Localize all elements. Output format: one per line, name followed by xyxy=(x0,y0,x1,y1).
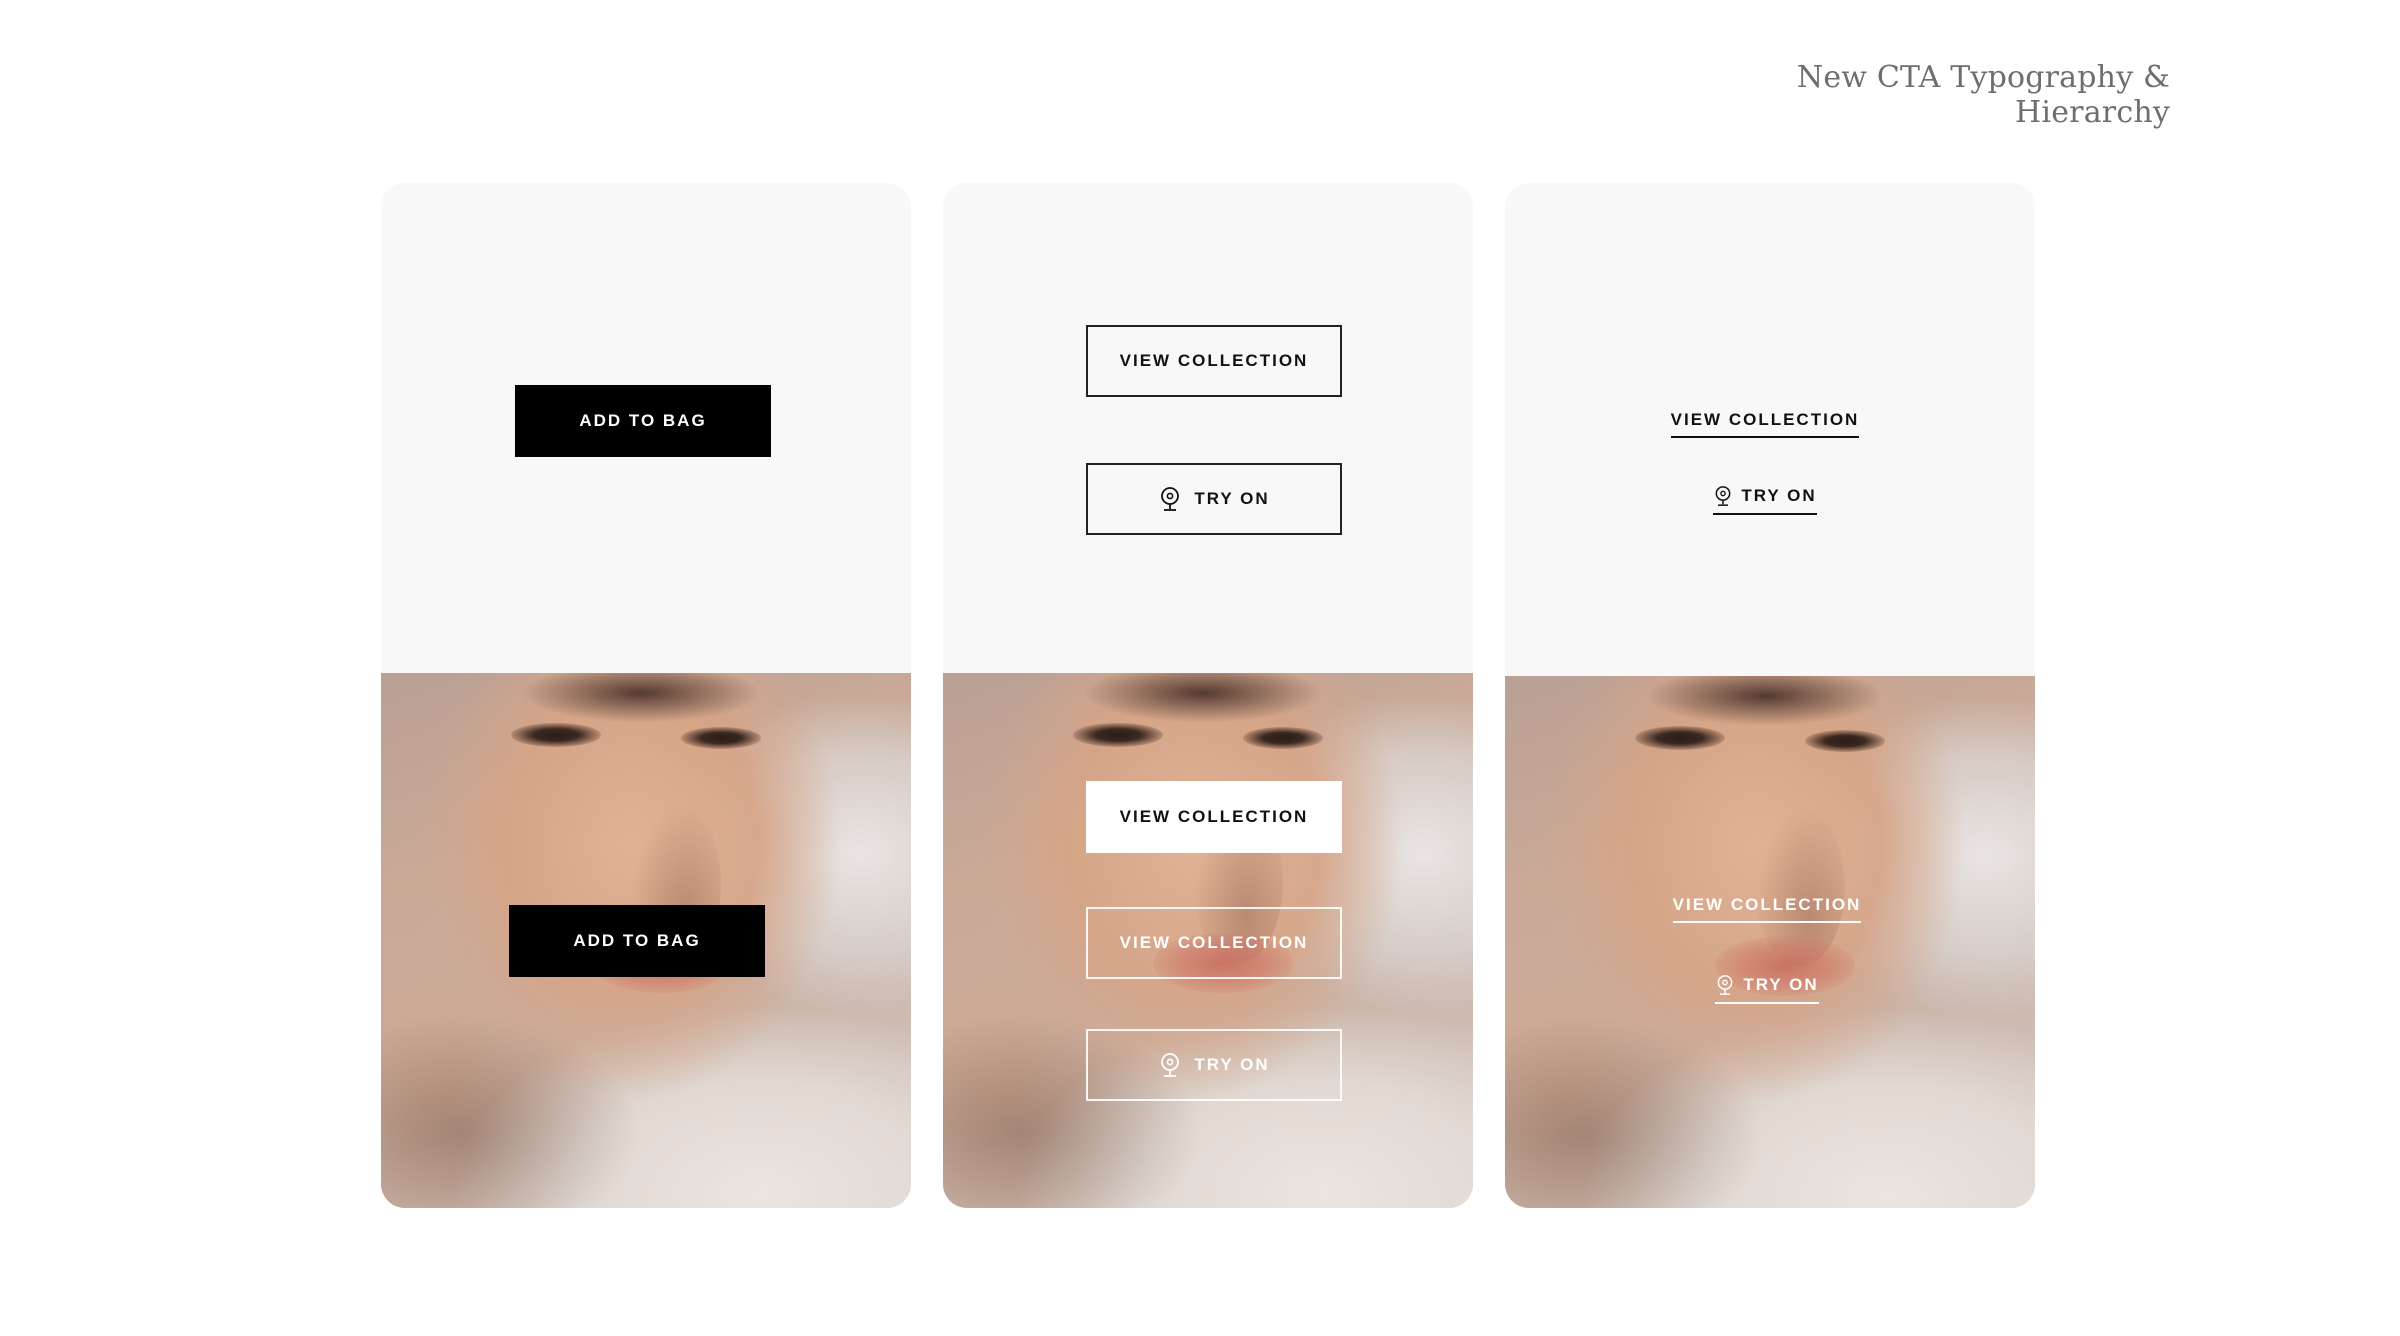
cta-card-boxed: VIEW COLLECTION TRY ON VIEW COLLECTION V… xyxy=(943,183,1473,1208)
try-on-button[interactable]: TRY ON xyxy=(1086,463,1342,535)
portrait-photo xyxy=(1505,676,2035,1208)
try-on-label: TRY ON xyxy=(1194,1055,1270,1074)
cta-card-add-to-bag: ADD TO BAG ADD TO BAG xyxy=(381,183,911,1208)
view-collection-button-filled-on-image[interactable]: VIEW COLLECTION xyxy=(1086,781,1342,853)
card-top-light: VIEW COLLECTION TRY ON xyxy=(943,183,1473,673)
add-to-bag-label: ADD TO BAG xyxy=(579,411,707,430)
add-to-bag-button-on-image[interactable]: ADD TO BAG xyxy=(509,905,765,977)
view-collection-label: VIEW COLLECTION xyxy=(1670,410,1860,438)
webcam-icon xyxy=(1715,486,1731,506)
view-collection-link-on-image[interactable]: VIEW COLLECTION xyxy=(1657,890,1877,934)
card-bottom-photo: VIEW COLLECTION TRY ON xyxy=(1505,676,2035,1208)
card-top-light: ADD TO BAG xyxy=(381,183,911,673)
view-collection-label: VIEW COLLECTION xyxy=(1119,807,1309,826)
try-on-label: TRY ON xyxy=(1741,486,1817,505)
try-on-link[interactable]: TRY ON xyxy=(1675,481,1855,525)
view-collection-link[interactable]: VIEW COLLECTION xyxy=(1655,405,1875,449)
page-title: New CTA Typography & Hierarchy xyxy=(1796,60,2170,130)
try-on-link-on-image[interactable]: TRY ON xyxy=(1677,970,1857,1014)
try-on-label: TRY ON xyxy=(1743,975,1819,994)
card-top-light: VIEW COLLECTION TRY ON xyxy=(1505,183,2035,673)
cta-card-text-links: VIEW COLLECTION TRY ON VIEW COLLECTION T… xyxy=(1505,183,2035,1208)
add-to-bag-button[interactable]: ADD TO BAG xyxy=(515,385,771,457)
add-to-bag-label: ADD TO BAG xyxy=(573,931,701,950)
try-on-label: TRY ON xyxy=(1194,489,1270,508)
webcam-icon xyxy=(1717,975,1733,995)
card-bottom-photo: VIEW COLLECTION VIEW COLLECTION TRY ON xyxy=(943,673,1473,1208)
webcam-icon xyxy=(1161,487,1180,511)
view-collection-label: VIEW COLLECTION xyxy=(1119,933,1309,952)
card-bottom-photo: ADD TO BAG xyxy=(381,673,911,1208)
view-collection-label: VIEW COLLECTION xyxy=(1672,895,1862,923)
try-on-button-on-image[interactable]: TRY ON xyxy=(1086,1029,1342,1101)
view-collection-label: VIEW COLLECTION xyxy=(1119,351,1309,370)
webcam-icon xyxy=(1161,1053,1180,1077)
view-collection-button-outline-on-image[interactable]: VIEW COLLECTION xyxy=(1086,907,1342,979)
view-collection-button[interactable]: VIEW COLLECTION xyxy=(1086,325,1342,397)
